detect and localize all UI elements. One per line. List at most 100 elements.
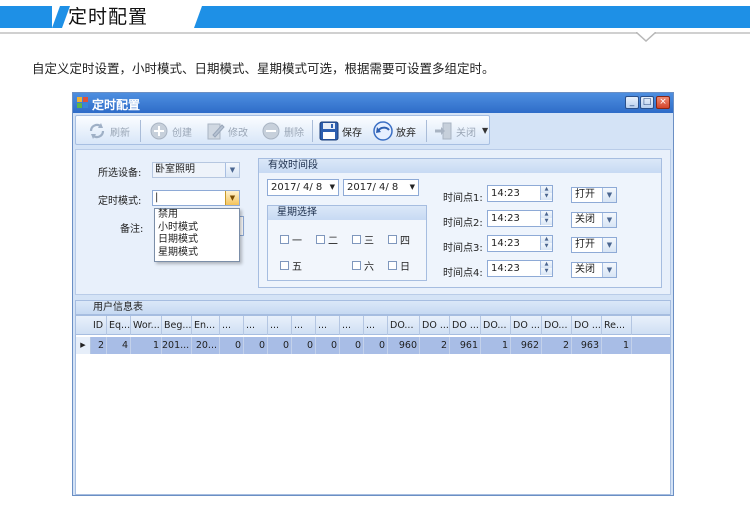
timepoint-1-action-select[interactable]: 打开 ▼	[571, 187, 617, 203]
column-header[interactable]: ID	[91, 316, 107, 335]
mode-value: |	[155, 192, 159, 203]
spin-up-icon[interactable]: ▲	[540, 211, 552, 218]
create-button[interactable]: 创建	[148, 119, 192, 143]
table-cell[interactable]: 0	[316, 337, 340, 354]
column-header[interactable]: ...	[340, 316, 364, 335]
spin-up-icon[interactable]: ▲	[540, 236, 552, 243]
checkbox-box	[352, 261, 361, 270]
timepoint-2-action-select[interactable]: 关闭 ▼	[571, 212, 617, 228]
spin-up-icon[interactable]: ▲	[540, 186, 552, 193]
weekday-label: 三	[364, 236, 374, 247]
column-header[interactable]: ...	[292, 316, 316, 335]
column-header[interactable]: Eq...	[107, 316, 131, 335]
page-title: 定时配置	[68, 6, 149, 28]
column-header[interactable]: ...	[364, 316, 388, 335]
toolbar: 刷新 创建 修改 删除 保存 放弃 关闭 ▼	[75, 115, 490, 145]
refresh-label: 刷新	[110, 127, 130, 139]
dropdown-option[interactable]: 小时模式	[155, 222, 239, 235]
table-cell[interactable]: 963	[572, 337, 602, 354]
timepoint-1-input[interactable]: 14:23 ▲ ▼	[487, 185, 553, 202]
spin-up-icon[interactable]: ▲	[540, 261, 552, 268]
table-cell[interactable]: 1	[481, 337, 511, 354]
checkbox-box	[388, 261, 397, 270]
table-cell[interactable]: 0	[292, 337, 316, 354]
table-cell[interactable]: 0	[268, 337, 292, 354]
window-titlebar[interactable]: 定时配置 _ □ ×	[73, 93, 673, 113]
weekday-checkbox-4[interactable]: 四	[388, 232, 410, 247]
dropdown-option[interactable]: 日期模式	[155, 234, 239, 247]
refresh-button[interactable]: 刷新	[86, 119, 130, 143]
column-header[interactable]: En...	[192, 316, 220, 335]
table-cell[interactable]: 1	[131, 337, 162, 354]
discard-button[interactable]: 放弃	[372, 119, 416, 143]
table-cell[interactable]: 4	[107, 337, 131, 354]
spin-down-icon[interactable]: ▼	[540, 268, 552, 275]
close-window-button[interactable]: ×	[656, 96, 670, 109]
column-header[interactable]: DO ...	[420, 316, 450, 335]
timepoint-2-action: 关闭	[575, 214, 595, 225]
table-cell[interactable]: 962	[511, 337, 542, 354]
timepoint-4-input[interactable]: 14:23 ▲ ▼	[487, 260, 553, 277]
date-to-picker[interactable]: 2017/ 4/ 8 ▼	[343, 179, 419, 196]
table-cell[interactable]: 0	[220, 337, 244, 354]
table-cell[interactable]: 961	[450, 337, 481, 354]
note-label: 备注:	[120, 224, 144, 235]
timepoint-4-action-select[interactable]: 关闭 ▼	[571, 262, 617, 278]
app-logo-icon	[77, 97, 88, 108]
weekday-checkbox-5[interactable]: 五	[280, 258, 302, 273]
column-header[interactable]: DO ...	[450, 316, 481, 335]
spin-down-icon[interactable]: ▼	[540, 218, 552, 225]
column-header[interactable]: DO...	[542, 316, 572, 335]
dropdown-option[interactable]: 星期模式	[155, 247, 239, 260]
table-cell[interactable]: 960	[388, 337, 420, 354]
edit-button[interactable]: 修改	[204, 119, 248, 143]
column-header[interactable]: ...	[316, 316, 340, 335]
column-header[interactable]: ...	[244, 316, 268, 335]
dropdown-option[interactable]: 禁用	[155, 209, 239, 222]
column-header[interactable]: ...	[220, 316, 244, 335]
close-button[interactable]: 关闭	[432, 119, 476, 143]
delete-button[interactable]: 删除	[260, 119, 304, 143]
table-cell[interactable]: 2	[91, 337, 107, 354]
save-button[interactable]: 保存	[318, 119, 362, 143]
column-header[interactable]: Beg...	[162, 316, 192, 335]
table-cell[interactable]: 20...	[192, 337, 220, 354]
maximize-button[interactable]: □	[640, 96, 654, 109]
column-header[interactable]: DO...	[481, 316, 511, 335]
column-header[interactable]: DO...	[388, 316, 420, 335]
chevron-down-icon: ▼	[329, 183, 335, 191]
timepoint-2-input[interactable]: 14:23 ▲ ▼	[487, 210, 553, 227]
timepoint-3-action-select[interactable]: 打开 ▼	[571, 237, 617, 253]
date-from-picker[interactable]: 2017/ 4/ 8 ▼	[267, 179, 339, 196]
timepoint-3-input[interactable]: 14:23 ▲ ▼	[487, 235, 553, 252]
table-cell[interactable]: 1	[602, 337, 632, 354]
spin-down-icon[interactable]: ▼	[540, 243, 552, 250]
table-cell[interactable]: 0	[364, 337, 388, 354]
table-row[interactable]: ▶ 2 4 1 201... 20... 0 0 0 0 0 0 0 960 2 961 1 962 2 963 1	[76, 337, 670, 354]
divider-notch-icon	[636, 32, 656, 42]
column-header[interactable]: Re...	[602, 316, 632, 335]
table-cell[interactable]: 0	[244, 337, 268, 354]
table-cell[interactable]: 0	[340, 337, 364, 354]
column-header[interactable]: DO ...	[511, 316, 542, 335]
weekday-checkbox-2[interactable]: 二	[316, 232, 338, 247]
weekday-checkbox-6[interactable]: 六	[352, 258, 374, 273]
weekday-checkbox-1[interactable]: 一	[280, 232, 302, 247]
column-header[interactable]: Wor...	[131, 316, 162, 335]
toolbar-overflow-icon[interactable]: ▼	[482, 119, 490, 143]
table-cell[interactable]: 201...	[162, 337, 192, 354]
weekday-checkbox-3[interactable]: 三	[352, 232, 374, 247]
page-description: 自定义定时设置，小时模式、日期模式、星期模式可选，根据需要可设置多组定时。	[32, 61, 495, 76]
spin-down-icon[interactable]: ▼	[540, 193, 552, 200]
device-label: 所选设备:	[98, 168, 142, 179]
minimize-button[interactable]: _	[625, 96, 639, 109]
mode-select[interactable]: | ▼	[152, 190, 240, 206]
weekday-checkbox-7[interactable]: 日	[388, 258, 410, 273]
app-window: 定时配置 _ □ × 刷新 创建 修改 删除 保存 放弃 关闭 ▼ 所选设备: …	[72, 92, 674, 496]
table-cell[interactable]: 2	[542, 337, 572, 354]
column-header[interactable]: ...	[268, 316, 292, 335]
table-cell[interactable]: 2	[420, 337, 450, 354]
discard-label: 放弃	[396, 127, 416, 139]
column-header[interactable]: DO ...	[572, 316, 602, 335]
device-select[interactable]: 卧室照明 ▼	[152, 162, 240, 178]
